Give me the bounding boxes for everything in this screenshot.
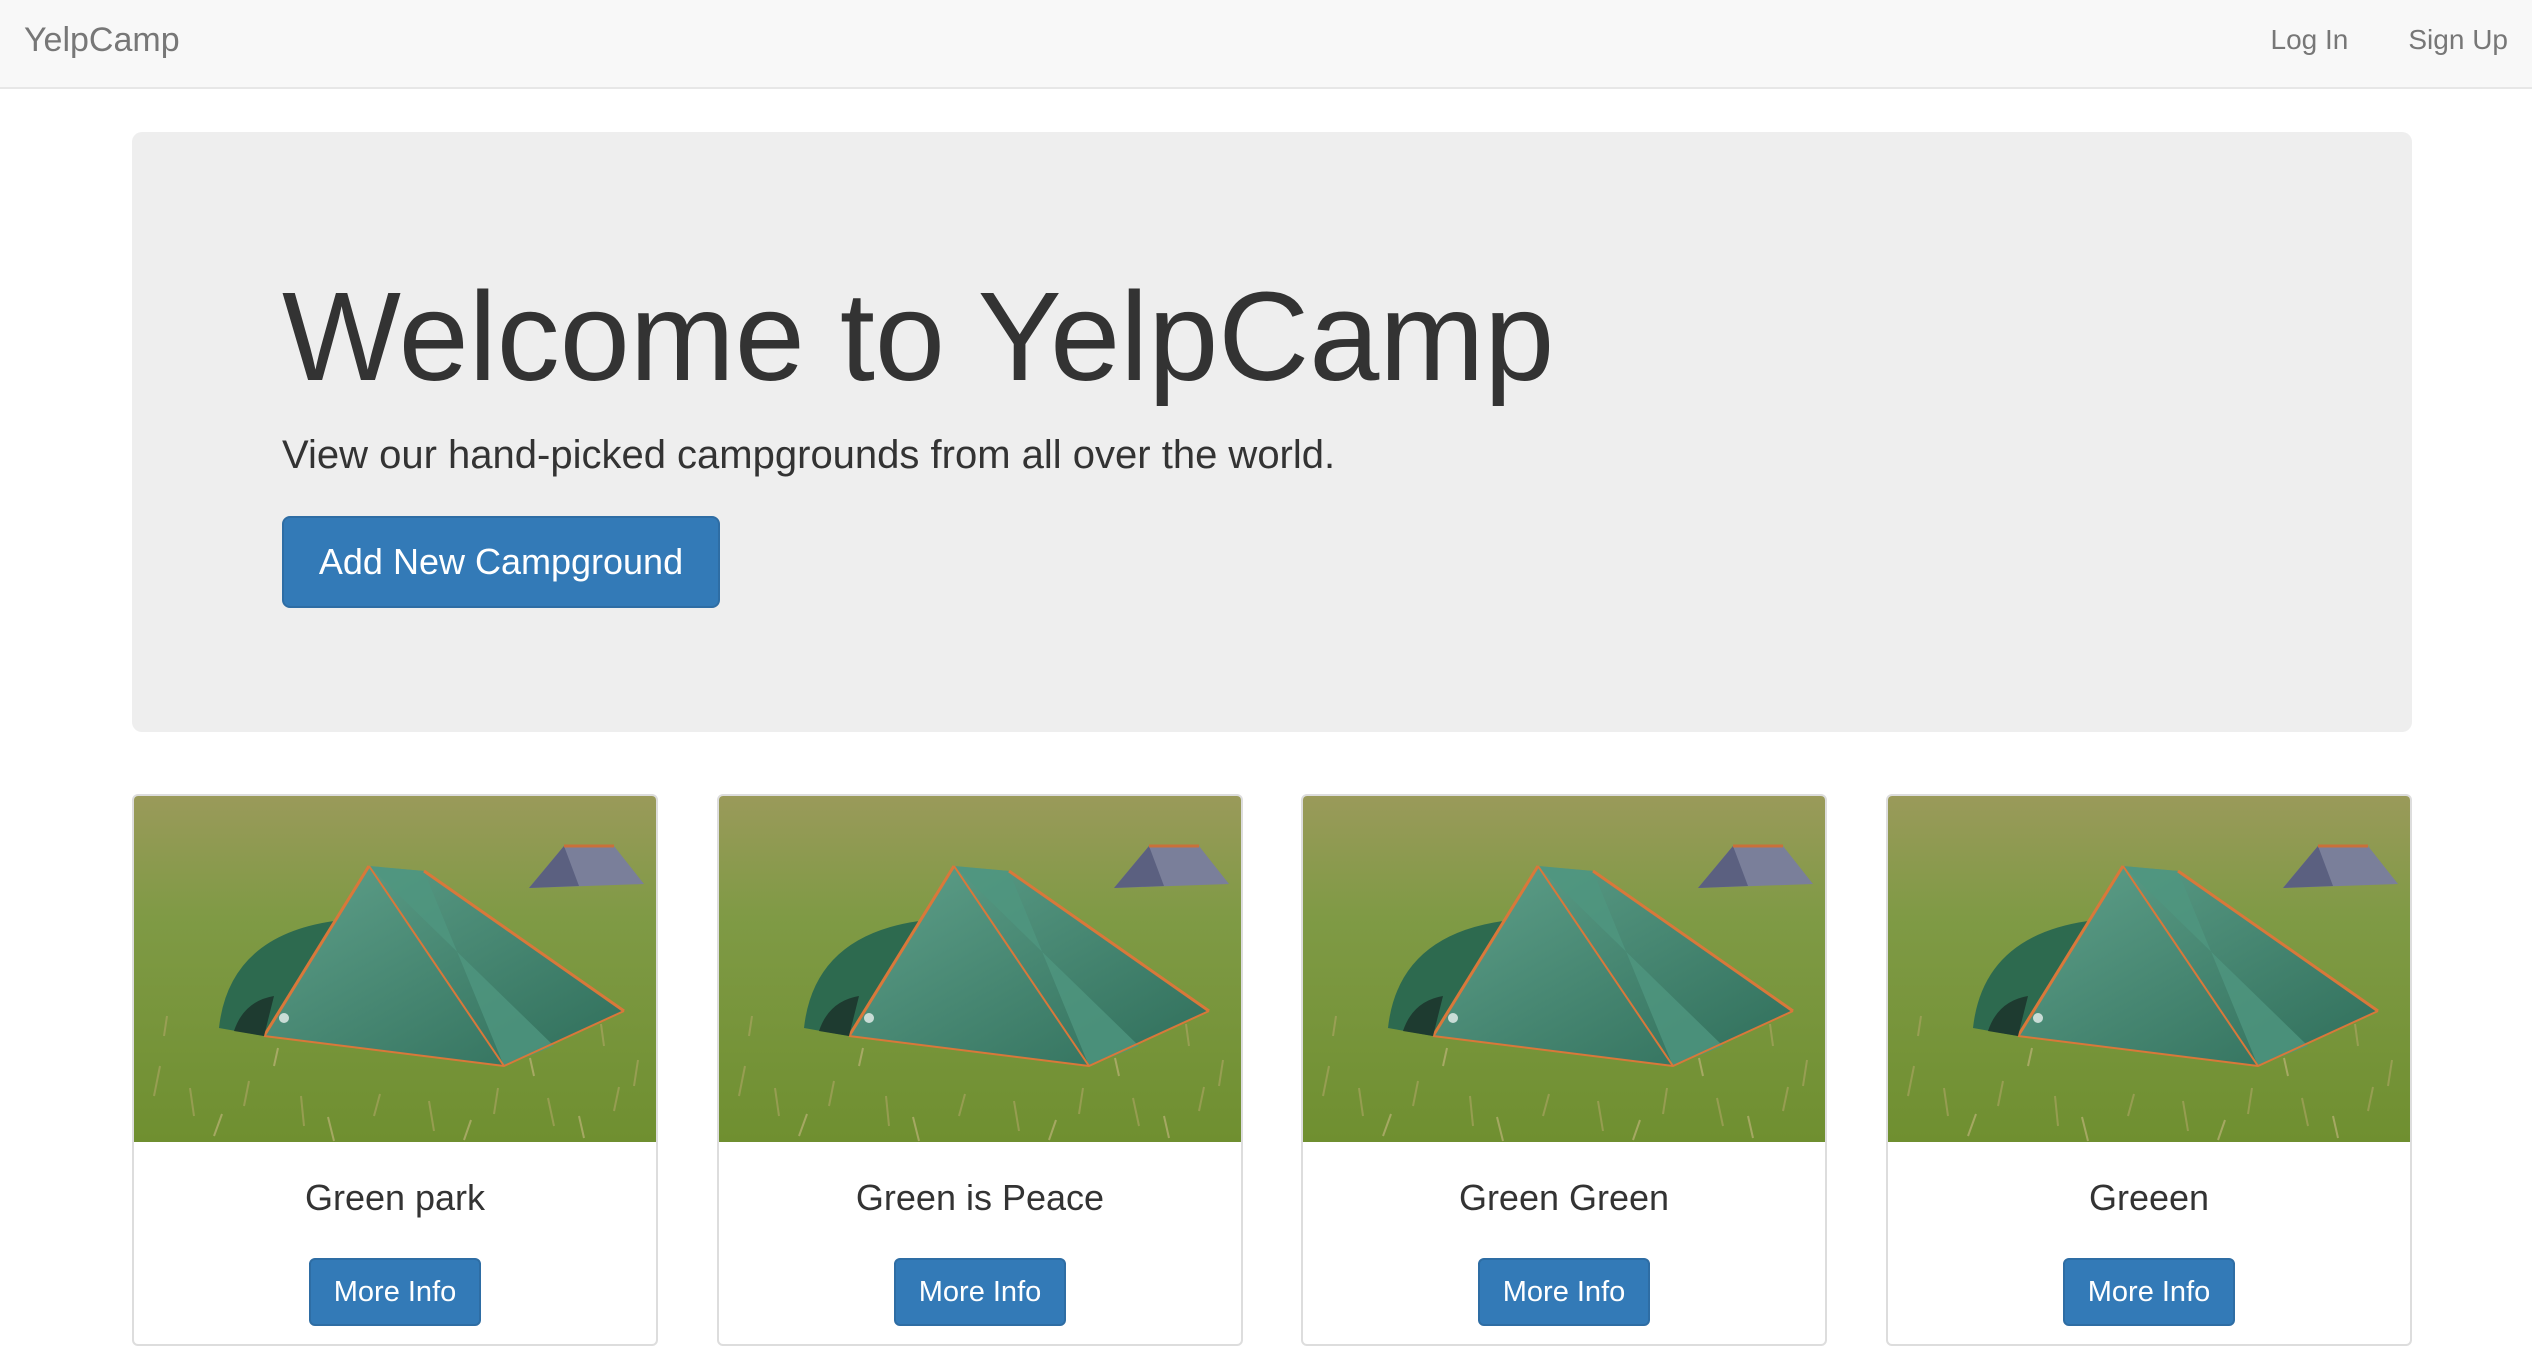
- campground-card: Greeen More Info: [1886, 794, 2412, 1346]
- jumbotron: Welcome to YelpCamp View our hand-picked…: [132, 132, 2412, 732]
- campground-image[interactable]: [719, 796, 1241, 1142]
- more-info-button[interactable]: More Info: [309, 1258, 481, 1326]
- campground-name: Greeen: [2088, 1177, 2210, 1218]
- page-subtitle: View our hand-picked campgrounds from al…: [282, 433, 1336, 477]
- signup-link[interactable]: Sign Up: [2408, 20, 2508, 60]
- campground-name: Green is Peace: [855, 1177, 1105, 1218]
- more-info-button[interactable]: More Info: [894, 1258, 1066, 1326]
- campground-card: Green is Peace More Info: [717, 794, 1243, 1346]
- more-info-button[interactable]: More Info: [1478, 1258, 1650, 1326]
- campground-grid: Green park More Info Green is Peace More…: [132, 794, 2412, 1346]
- campground-image[interactable]: [1888, 796, 2410, 1142]
- campground-image[interactable]: [134, 796, 656, 1142]
- brand-link[interactable]: YelpCamp: [24, 20, 180, 60]
- login-link[interactable]: Log In: [2271, 20, 2349, 60]
- more-info-button[interactable]: More Info: [2063, 1258, 2235, 1326]
- navbar: YelpCamp Log In Sign Up: [0, 0, 2532, 89]
- add-campground-button[interactable]: Add New Campground: [282, 516, 720, 608]
- campground-image[interactable]: [1303, 796, 1825, 1142]
- campground-card: Green park More Info: [132, 794, 658, 1346]
- page-title: Welcome to YelpCamp: [282, 266, 1555, 407]
- nav-right: Log In Sign Up: [2271, 20, 2508, 60]
- campground-card: Green Green More Info: [1301, 794, 1827, 1346]
- campground-name: Green Green: [1458, 1177, 1670, 1218]
- campground-name: Green park: [304, 1177, 486, 1218]
